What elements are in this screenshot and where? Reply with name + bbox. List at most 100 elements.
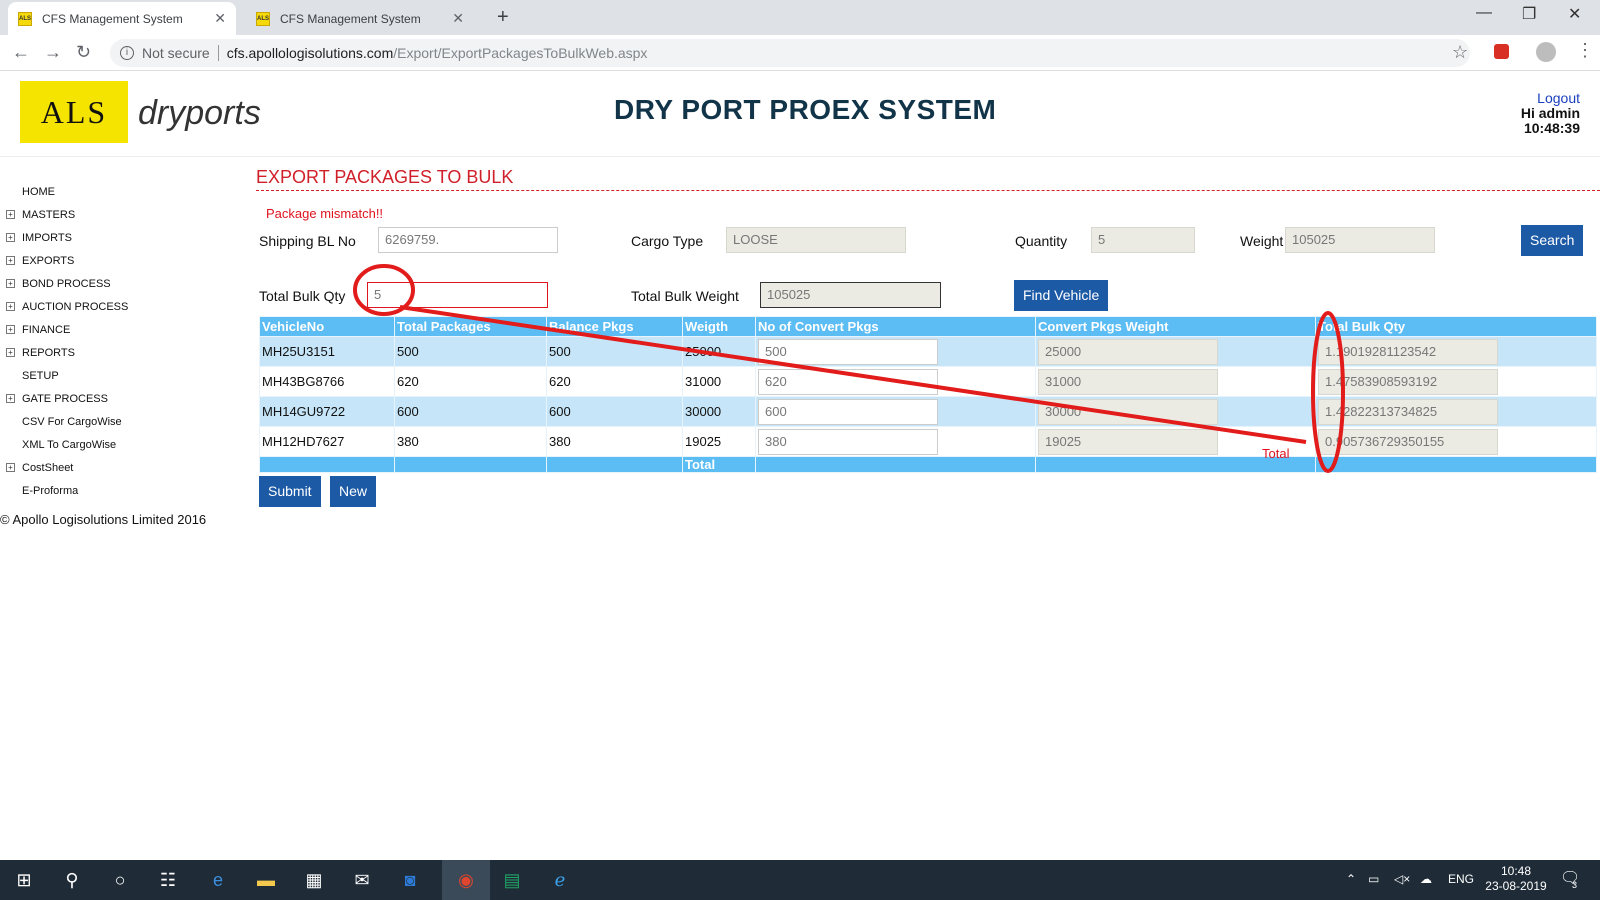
expand-plus-icon[interactable]: + (6, 279, 15, 288)
expand-plus-icon[interactable]: + (6, 325, 15, 334)
column-header: Total Bulk Qty (1315, 316, 1597, 337)
footer-cell (755, 456, 1036, 473)
expand-plus-icon[interactable]: + (6, 210, 15, 219)
logout-link[interactable]: Logout (1521, 91, 1580, 106)
convert-pkgs-input[interactable]: 500 (758, 338, 938, 365)
convert-weight-input[interactable]: 19025 (1038, 428, 1218, 455)
cortana-icon[interactable]: ○ (108, 868, 132, 892)
sidebar-item-bond-process[interactable]: + BOND PROCESS (0, 273, 240, 296)
total-bulk-qty-field[interactable]: 5 (367, 282, 548, 308)
expand-plus-icon[interactable]: + (6, 463, 15, 472)
sidebar-item-costsheet[interactable]: + CostSheet (0, 457, 240, 480)
network-icon[interactable]: ▭ (1368, 872, 1379, 886)
weight: 19025 (682, 426, 756, 457)
chrome-icon[interactable]: ◉ (454, 868, 478, 892)
bulk-qty-cell: 1.19019281123542 (1315, 336, 1597, 367)
expand-plus-icon[interactable]: + (6, 394, 15, 403)
url-field[interactable]: i Not secure cfs.apollologisolutions.com… (110, 39, 1470, 67)
forward-arrow-icon[interactable]: → (44, 42, 62, 63)
convert-pkgs-cell: 620 (755, 366, 1036, 397)
volume-muted-icon[interactable]: ◁× (1394, 872, 1410, 886)
new-button[interactable]: New (330, 476, 377, 507)
bulk-total-label: Total (1262, 446, 1290, 461)
excel-icon[interactable]: ▤ (500, 868, 524, 892)
sidebar-item-label: REPORTS (22, 347, 75, 359)
mail-icon[interactable]: ✉ (350, 868, 374, 892)
convert-pkgs-input[interactable]: 620 (758, 368, 938, 395)
column-header: Convert Pkgs Weight (1035, 316, 1316, 337)
sidebar-item-masters[interactable]: + MASTERS (0, 204, 240, 227)
sidebar-item-xml-cargowise[interactable]: XML To CargoWise (0, 434, 240, 457)
bulk-qty-input[interactable]: 1.42822313734825 (1318, 398, 1498, 425)
convert-pkgs-input[interactable]: 380 (758, 428, 938, 455)
bookmark-star-icon[interactable]: ☆ (1452, 42, 1468, 63)
notifications-icon[interactable]: 🗨 (1560, 868, 1580, 888)
outlook-icon[interactable]: ◙ (398, 868, 422, 892)
info-icon[interactable]: i (120, 46, 134, 60)
task-view-icon[interactable]: ☷ (156, 868, 180, 892)
convert-pkgs-input[interactable]: 600 (758, 398, 938, 425)
expand-plus-icon[interactable]: + (6, 256, 15, 265)
sidebar-item-finance[interactable]: + FINANCE (0, 319, 240, 342)
file-explorer-icon[interactable]: ▬ (254, 868, 278, 892)
sidebar-item-gate-process[interactable]: + GATE PROCESS (0, 388, 240, 411)
expand-plus-icon[interactable]: + (6, 233, 15, 242)
back-arrow-icon[interactable]: ← (12, 42, 30, 63)
bulk-qty-cell: 0.905736729350155 (1315, 426, 1597, 457)
quantity-field[interactable]: 5 (1091, 227, 1195, 253)
sidebar-item-exports[interactable]: + EXPORTS (0, 250, 240, 273)
weight-field[interactable]: 105025 (1285, 227, 1435, 253)
tab-title: CFS Management System (42, 11, 183, 26)
browser-tab-1[interactable]: ALS CFS Management System ✕ (8, 2, 236, 35)
reload-icon[interactable]: ↻ (76, 42, 91, 63)
shipping-bl-field[interactable]: 6269759. (378, 227, 558, 253)
internet-explorer-icon[interactable]: ℯ (548, 868, 572, 892)
search-icon[interactable]: ⚲ (60, 868, 84, 892)
sidebar-item-setup[interactable]: SETUP (0, 365, 240, 388)
avatar[interactable] (1536, 42, 1556, 62)
find-vehicle-button[interactable]: Find Vehicle (1014, 280, 1109, 311)
footer-cell (1315, 456, 1597, 473)
close-icon[interactable]: ✕ (214, 10, 226, 27)
menu-dots-icon[interactable]: ⋮ (1576, 40, 1594, 61)
search-button[interactable]: Search (1521, 225, 1584, 256)
cargo-type-field[interactable]: LOOSE (726, 227, 906, 253)
sidebar-item-reports[interactable]: + REPORTS (0, 342, 240, 365)
window-close-icon[interactable]: ✕ (1568, 4, 1581, 24)
new-tab-icon[interactable]: + (497, 6, 509, 29)
minimize-icon[interactable]: — (1476, 4, 1492, 22)
convert-weight-input[interactable]: 31000 (1038, 368, 1218, 395)
restore-icon[interactable]: ❐ (1522, 4, 1536, 24)
close-icon[interactable]: ✕ (452, 10, 464, 27)
bulk-qty-input[interactable]: 0.905736729350155 (1318, 428, 1498, 455)
bulk-qty-input[interactable]: 1.47583908593192 (1318, 368, 1498, 395)
sidebar-item-imports[interactable]: + IMPORTS (0, 227, 240, 250)
sidebar-item-e-proforma[interactable]: E-Proforma (0, 480, 240, 503)
onedrive-icon[interactable]: ☁ (1420, 872, 1432, 886)
convert-weight-input[interactable]: 30000 (1038, 398, 1218, 425)
sidebar-item-label: CSV For CargoWise (22, 416, 122, 428)
edge-icon[interactable]: e (206, 868, 230, 892)
bulk-qty-input[interactable]: 1.19019281123542 (1318, 338, 1498, 365)
sidebar-item-home[interactable]: HOME (0, 181, 240, 204)
extension-icon[interactable] (1494, 44, 1509, 59)
sidebar-item-csv-cargowise[interactable]: CSV For CargoWise (0, 411, 240, 434)
sidebar-item-label: MASTERS (22, 209, 76, 221)
column-header: Balance Pkgs (546, 316, 683, 337)
language-indicator[interactable]: ENG (1448, 872, 1474, 886)
total-bulk-weight-field[interactable]: 105025 (760, 282, 941, 308)
convert-weight-input[interactable]: 25000 (1038, 338, 1218, 365)
store-icon[interactable]: ▦ (302, 868, 326, 892)
total-bulk-weight-label: Total Bulk Weight (631, 288, 739, 304)
total-packages: 620 (394, 366, 547, 397)
convert-pkgs-cell: 600 (755, 396, 1036, 427)
windows-start-icon[interactable]: ⊞ (12, 868, 36, 892)
expand-plus-icon[interactable]: + (6, 348, 15, 357)
column-header: Weigth (682, 316, 756, 337)
submit-button[interactable]: Submit (259, 476, 321, 507)
browser-tab-2[interactable]: ALS CFS Management System ✕ (246, 2, 474, 35)
sidebar-item-auction-process[interactable]: + AUCTION PROCESS (0, 296, 240, 319)
expand-plus-icon[interactable]: + (6, 302, 15, 311)
taskbar-clock[interactable]: 10:48 23-08-2019 (1480, 864, 1552, 894)
chevron-up-icon[interactable]: ⌃ (1346, 872, 1356, 886)
